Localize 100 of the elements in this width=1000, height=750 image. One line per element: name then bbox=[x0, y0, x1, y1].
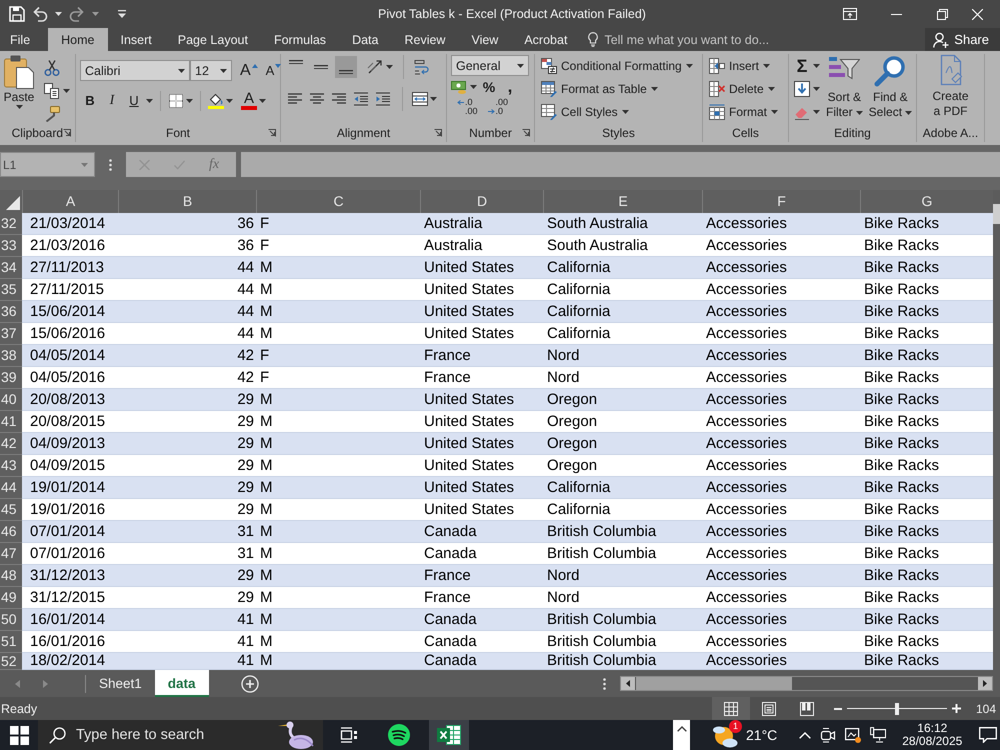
row-header[interactable]: 38 bbox=[0, 345, 22, 367]
notifications-icon[interactable] bbox=[979, 727, 998, 743]
row-header[interactable]: 35 bbox=[0, 279, 22, 301]
zoom-slider-thumb[interactable] bbox=[894, 702, 899, 714]
formula-input[interactable] bbox=[241, 152, 1000, 177]
wrap-text-icon[interactable] bbox=[414, 59, 430, 75]
vertical-dots-icon[interactable] bbox=[603, 678, 606, 690]
ribbon-tab[interactable]: View bbox=[458, 28, 512, 51]
scroll-right-button[interactable] bbox=[978, 677, 992, 690]
conditional-formatting-button[interactable]: Conditional Formatting bbox=[541, 55, 702, 76]
zoom-level[interactable]: 104 bbox=[976, 702, 996, 716]
caret-icon[interactable] bbox=[813, 86, 820, 90]
bottom-align-button[interactable] bbox=[335, 56, 357, 78]
network-icon[interactable] bbox=[870, 727, 886, 743]
paste-button[interactable]: Paste bbox=[0, 55, 38, 124]
ribbon-tab[interactable]: Acrobat bbox=[511, 28, 580, 51]
grow-font-button[interactable]: A bbox=[240, 62, 258, 80]
format-cells-button[interactable]: Format bbox=[709, 101, 788, 122]
caret-icon[interactable] bbox=[430, 97, 437, 101]
excel-button[interactable] bbox=[429, 720, 469, 750]
close-icon[interactable] bbox=[972, 8, 983, 20]
ribbon-tab[interactable]: Formulas bbox=[260, 28, 340, 51]
dialog-launcher-icon[interactable] bbox=[522, 129, 530, 137]
column-header[interactable]: E bbox=[543, 190, 702, 213]
increase-indent-icon[interactable] bbox=[375, 91, 391, 107]
caret-icon[interactable] bbox=[470, 85, 477, 89]
search-bar[interactable]: Type here to search bbox=[38, 720, 323, 750]
display-icon[interactable] bbox=[845, 727, 862, 743]
row-header[interactable]: 36 bbox=[0, 301, 22, 323]
caret-icon[interactable] bbox=[813, 64, 820, 68]
column-header[interactable]: C bbox=[256, 190, 420, 213]
ribbon-tab[interactable]: Page Layout bbox=[164, 28, 261, 51]
caret-icon[interactable] bbox=[226, 99, 233, 103]
clock-date[interactable]: 28/08/2025 bbox=[902, 735, 962, 748]
row-header[interactable]: 50 bbox=[0, 609, 22, 631]
horizontal-scrollbar[interactable] bbox=[620, 676, 993, 691]
customize-toolbar-icon[interactable] bbox=[118, 10, 126, 18]
row-header[interactable]: 44 bbox=[0, 477, 22, 499]
save-icon[interactable] bbox=[9, 6, 25, 22]
fill-color-icon[interactable] bbox=[208, 93, 224, 109]
row-header[interactable]: 48 bbox=[0, 565, 22, 587]
caret-icon[interactable] bbox=[771, 110, 778, 114]
font-color-button[interactable]: A bbox=[241, 92, 258, 110]
share-button[interactable]: Share bbox=[925, 28, 1000, 51]
format-as-table-button[interactable]: Format as Table bbox=[541, 78, 702, 99]
font-size-combo[interactable]: 12 bbox=[190, 60, 232, 81]
copy-icon[interactable] bbox=[44, 82, 60, 98]
scroll-left-button[interactable] bbox=[621, 677, 635, 690]
scroll-thumb[interactable] bbox=[636, 677, 792, 690]
zoom-in-icon[interactable] bbox=[952, 704, 961, 713]
dialog-launcher-icon[interactable] bbox=[63, 129, 71, 137]
italic-button[interactable]: I bbox=[102, 92, 122, 110]
create-pdf-button[interactable]: Create a PDF bbox=[932, 54, 969, 124]
ribbon-display-options-icon[interactable] bbox=[843, 8, 857, 20]
shrink-font-button[interactable]: A bbox=[266, 62, 282, 80]
undo-icon[interactable] bbox=[32, 6, 48, 22]
caret-icon[interactable] bbox=[517, 64, 524, 68]
ribbon-tab[interactable]: Review bbox=[391, 28, 458, 51]
comma-style-button[interactable]: , bbox=[501, 81, 519, 93]
ribbon-tab[interactable]: Home bbox=[48, 28, 108, 51]
caret-icon[interactable] bbox=[650, 86, 658, 90]
caret-icon[interactable] bbox=[763, 64, 770, 68]
temperature-text[interactable]: 21°C bbox=[746, 727, 778, 743]
autosum-button[interactable]: Σ bbox=[794, 56, 810, 76]
caret-icon[interactable] bbox=[905, 110, 912, 114]
caret-icon[interactable] bbox=[259, 99, 266, 103]
caret-icon[interactable] bbox=[55, 12, 62, 16]
vertical-scrollbar[interactable] bbox=[993, 190, 1000, 670]
caret-icon[interactable] bbox=[186, 99, 193, 103]
borders-icon[interactable] bbox=[168, 93, 184, 109]
chevron-up-icon[interactable] bbox=[799, 732, 812, 738]
caret-icon[interactable] bbox=[63, 88, 70, 92]
increase-decimal-button[interactable]: .0 .00 bbox=[457, 98, 478, 116]
row-header[interactable]: 43 bbox=[0, 455, 22, 477]
fill-down-icon[interactable] bbox=[794, 80, 810, 96]
row-header[interactable]: 34 bbox=[0, 257, 22, 279]
restore-icon[interactable] bbox=[936, 8, 948, 20]
scissors-icon[interactable] bbox=[44, 60, 60, 76]
caret-icon[interactable] bbox=[622, 110, 629, 114]
row-header[interactable]: 46 bbox=[0, 521, 22, 543]
ribbon-tab[interactable]: Data bbox=[339, 28, 392, 51]
row-header[interactable]: 41 bbox=[0, 411, 22, 433]
caret-icon[interactable] bbox=[686, 64, 693, 68]
search-field[interactable]: Type here to search bbox=[76, 727, 226, 743]
percent-style-button[interactable]: % bbox=[480, 79, 498, 95]
caret-icon[interactable] bbox=[386, 65, 393, 69]
number-format-combo[interactable]: General bbox=[451, 55, 529, 76]
caret-icon[interactable] bbox=[16, 105, 22, 109]
cell-styles-button[interactable]: Cell Styles bbox=[541, 101, 702, 122]
decrease-indent-icon[interactable] bbox=[353, 91, 369, 107]
caret-icon[interactable] bbox=[146, 99, 153, 103]
caret-icon[interactable] bbox=[178, 68, 185, 72]
row-header[interactable]: 47 bbox=[0, 543, 22, 565]
row-header[interactable]: 33 bbox=[0, 235, 22, 257]
ribbon-tab[interactable]: File bbox=[0, 28, 48, 51]
name-box[interactable]: L1 bbox=[0, 152, 95, 177]
dialog-launcher-icon[interactable] bbox=[268, 129, 276, 137]
caret-icon[interactable] bbox=[768, 86, 775, 90]
accounting-format-icon[interactable] bbox=[451, 79, 467, 95]
delete-cells-button[interactable]: Delete bbox=[709, 78, 788, 99]
